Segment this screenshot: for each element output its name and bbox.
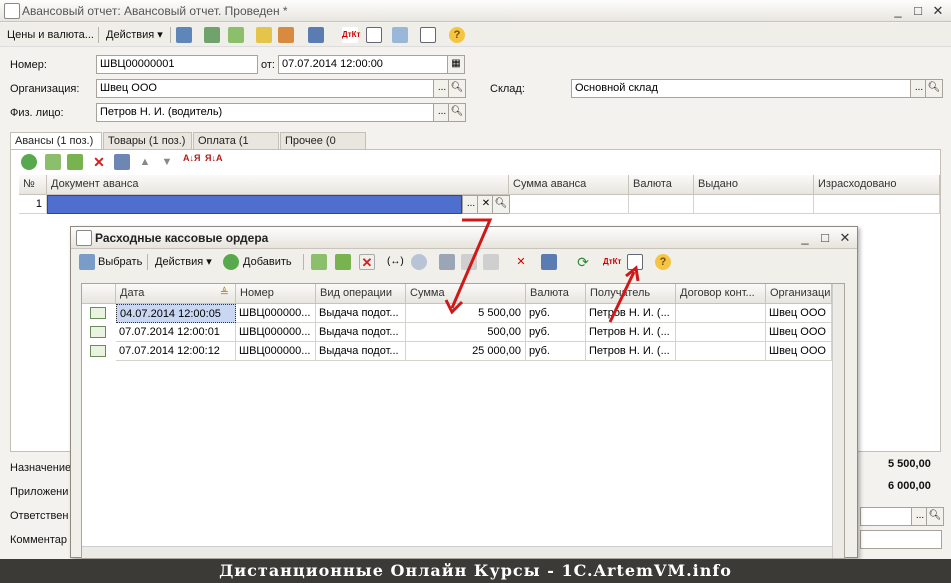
course-banner: Дистанционные Онлайн Курсы - 1C.ArtemVM.… bbox=[0, 559, 951, 583]
annotation-arrows bbox=[444, 218, 640, 323]
arrow-to-report bbox=[608, 271, 636, 323]
arrow-to-sum bbox=[450, 218, 493, 309]
